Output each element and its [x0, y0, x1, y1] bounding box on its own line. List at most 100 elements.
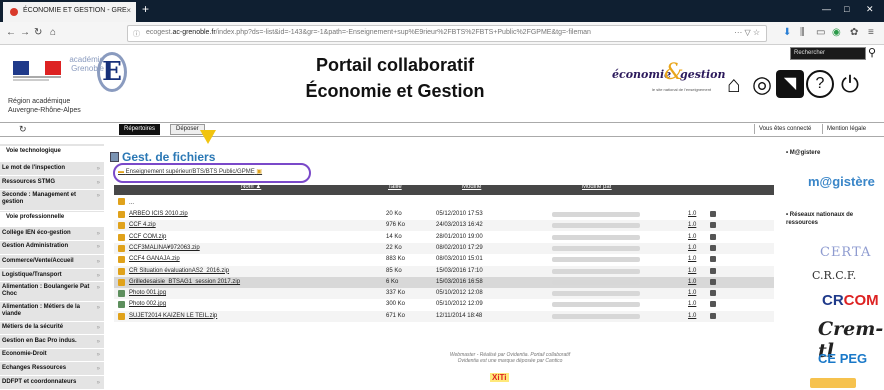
parent-dir-label[interactable]: ... — [129, 200, 134, 206]
help-icon[interactable]: ? — [806, 70, 834, 98]
table-row[interactable]: SUJET2014 KAIZEN LE TEIL.zip 671 Ko 12/11/… — [114, 310, 774, 322]
sidebar-item[interactable]: Gestion Administration » — [0, 241, 104, 255]
magistere-logo[interactable]: m@gistère — [808, 174, 875, 189]
maximize-icon[interactable]: □ — [844, 4, 849, 14]
search-icon[interactable]: ⚲ — [868, 46, 876, 59]
library-icon[interactable]: ⫼ — [800, 27, 805, 38]
home-icon[interactable]: ⌂ — [720, 70, 748, 98]
sidebar-item[interactable]: Ressources STMG » — [0, 177, 104, 190]
table-row[interactable]: CCF 4.zip 976 Ko 24/03/2013 16:42 1.0 — [114, 220, 774, 232]
add-folder-icon[interactable]: ▣ — [256, 169, 262, 175]
version-link[interactable]: 1.0 — [688, 290, 696, 296]
save-icon[interactable] — [710, 267, 716, 274]
table-row[interactable]: CCF4 GANAJA.zip 883 Ko 08/03/2010 15:01 1.0 — [114, 254, 774, 266]
version-link[interactable]: 1.0 — [688, 279, 696, 285]
ceipeg-logo[interactable]: CE PEG — [818, 351, 867, 366]
file-name-link[interactable]: CCF COM.zip — [129, 234, 166, 240]
save-icon[interactable] — [710, 278, 716, 285]
version-link[interactable]: 1.0 — [688, 245, 696, 251]
home-icon[interactable]: ⌂ — [50, 27, 56, 38]
globe-icon[interactable]: ◎ — [748, 70, 776, 98]
breadcrumb-path[interactable]: Enseignement supérieur/BTS/BTS Public/GP… — [126, 169, 255, 175]
refresh-icon[interactable]: ↻ — [19, 124, 27, 135]
table-row[interactable]: ARBEO ICIS 2010.zip 20 Ko 05/12/2010 17:53… — [114, 209, 774, 220]
file-name-link[interactable]: CCF 4.zip — [129, 222, 156, 228]
version-link[interactable]: 1.0 — [688, 301, 696, 307]
partner-logo[interactable] — [810, 378, 856, 388]
col-modified-by[interactable]: Modifié par — [582, 184, 612, 190]
legal-mention-link[interactable]: Mention légale — [822, 124, 870, 134]
file-name-link[interactable]: Grilledesaisie_BTSAG1_session 2017.zip — [129, 279, 240, 285]
power-icon[interactable]: ⏻ — [836, 70, 864, 98]
xiti-badge[interactable]: XiTi — [490, 373, 509, 382]
col-size[interactable]: Taille — [388, 184, 402, 190]
table-row[interactable]: Photo 001.jpg 337 Ko 05/10/2012 12:08 1.0 — [114, 288, 774, 300]
parent-dir-row[interactable]: ... — [114, 196, 774, 207]
sidebar-item[interactable]: Economie-Droit » — [0, 349, 104, 362]
menu-icon[interactable]: ≡ — [868, 27, 874, 38]
version-link[interactable]: 1.0 — [688, 268, 696, 274]
sidebar-item[interactable]: Collège IEN éco-gestion » — [0, 228, 104, 241]
addon-icon[interactable]: ✿ — [850, 27, 858, 38]
sidebar-item[interactable]: Alimentation : Boulangerie Pat Choc » — [0, 282, 104, 302]
col-modified[interactable]: Modifié — [462, 184, 481, 190]
tab-repertoires[interactable]: Répertoires — [119, 124, 161, 135]
site-info-icon[interactable]: ⓘ — [133, 29, 140, 39]
sidebar-item[interactable]: Alimentation : Métiers de la viande » — [0, 302, 104, 322]
sidebar-item[interactable]: Voie professionnelle — [0, 212, 104, 227]
sidebar-item[interactable]: Echanges Ressources » — [0, 363, 104, 376]
download-icon[interactable]: ⬇ — [783, 27, 791, 38]
version-link[interactable]: 1.0 — [688, 211, 696, 217]
save-icon[interactable] — [710, 256, 716, 263]
save-icon[interactable] — [710, 222, 716, 229]
file-name-link[interactable]: ARBEO ICIS 2010.zip — [129, 211, 188, 217]
sidebar-item[interactable]: Commerce/Vente/Accueil » — [0, 256, 104, 269]
search-input[interactable]: Rechercher — [790, 47, 866, 60]
table-row[interactable]: Photo 002.jpg 300 Ko 05/10/2012 12:09 1.0 — [114, 299, 774, 311]
sidebar-toggle-icon[interactable]: ▭ — [816, 27, 825, 38]
address-bar[interactable]: ⓘ ecogest.ac-grenoble.fr/index.php?ds=-l… — [127, 25, 767, 42]
rss-icon[interactable]: ◥ — [776, 70, 804, 98]
table-row[interactable]: CCF COM.zip 14 Ko 28/01/2010 19:00 1.0 — [114, 231, 774, 243]
save-icon[interactable] — [710, 211, 716, 217]
crcf-logo[interactable]: C.R.C.F. — [812, 269, 856, 282]
file-name-link[interactable]: CCF4 GANAJA.zip — [129, 256, 180, 262]
sidebar-item[interactable]: Voie technologique — [0, 146, 104, 162]
connected-link[interactable]: Vous êtes connecté — [754, 124, 815, 134]
breadcrumb[interactable]: ▬ Enseignement supérieur/BTS/BTS Public/… — [118, 168, 262, 175]
save-icon[interactable] — [710, 233, 716, 240]
sidebar-item[interactable]: Métiers de la sécurité » — [0, 322, 104, 335]
close-tab-icon[interactable]: × — [126, 6, 131, 15]
sidebar-item[interactable]: Seconde : Management et gestion » — [0, 190, 104, 211]
table-row[interactable]: Grilledesaisie_BTSAG1_session 2017.zip 6 … — [114, 276, 774, 288]
save-icon[interactable] — [710, 244, 716, 251]
close-window-icon[interactable]: ✕ — [866, 4, 874, 15]
browser-tab[interactable]: ÉCONOMIE ET GESTION - GRE × — [3, 2, 136, 22]
save-icon[interactable] — [710, 301, 716, 308]
file-name-link[interactable]: Photo 002.jpg — [129, 301, 166, 307]
file-name-link[interactable]: CCF3MALINA¥972063.zip — [129, 245, 200, 251]
forward-icon[interactable]: → — [20, 27, 30, 38]
file-name-link[interactable]: SUJET2014 KAIZEN LE TEIL.zip — [129, 313, 217, 319]
certa-logo[interactable]: CERTA — [820, 245, 871, 260]
table-row[interactable]: CR Situation évaluationAS2_2016.zip 85 Ko… — [114, 265, 774, 277]
sidebar-item[interactable]: Logistique/Transport » — [0, 270, 104, 282]
minimize-icon[interactable]: — — [822, 4, 831, 14]
table-row[interactable]: CCF3MALINA¥972063.zip 22 Ko 08/02/2010 17:… — [114, 242, 774, 254]
bookmark-star-icon[interactable]: ··· ▽ ☆ — [734, 28, 760, 37]
crcom-logo[interactable]: CRCOM — [822, 292, 879, 309]
version-link[interactable]: 1.0 — [688, 234, 696, 240]
economie-gestion-logo[interactable]: économie & gestion le site national de l… — [612, 60, 725, 100]
save-icon[interactable] — [710, 290, 716, 297]
version-link[interactable]: 1.0 — [688, 313, 696, 319]
reload-icon[interactable]: ↻ — [34, 27, 42, 38]
version-link[interactable]: 1.0 — [688, 222, 696, 228]
new-tab-button[interactable]: + — [142, 2, 149, 16]
col-name[interactable]: Nom ▲ — [241, 184, 261, 190]
sidebar-item[interactable]: Le mot de l'inspection » — [0, 163, 104, 176]
back-icon[interactable]: ← — [6, 27, 16, 38]
sidebar-item[interactable]: DDFPT et coordonnateurs » — [0, 377, 104, 390]
save-icon[interactable] — [710, 312, 716, 319]
extension-icon[interactable]: ◉ — [832, 27, 841, 38]
file-name-link[interactable]: Photo 001.jpg — [129, 290, 166, 296]
